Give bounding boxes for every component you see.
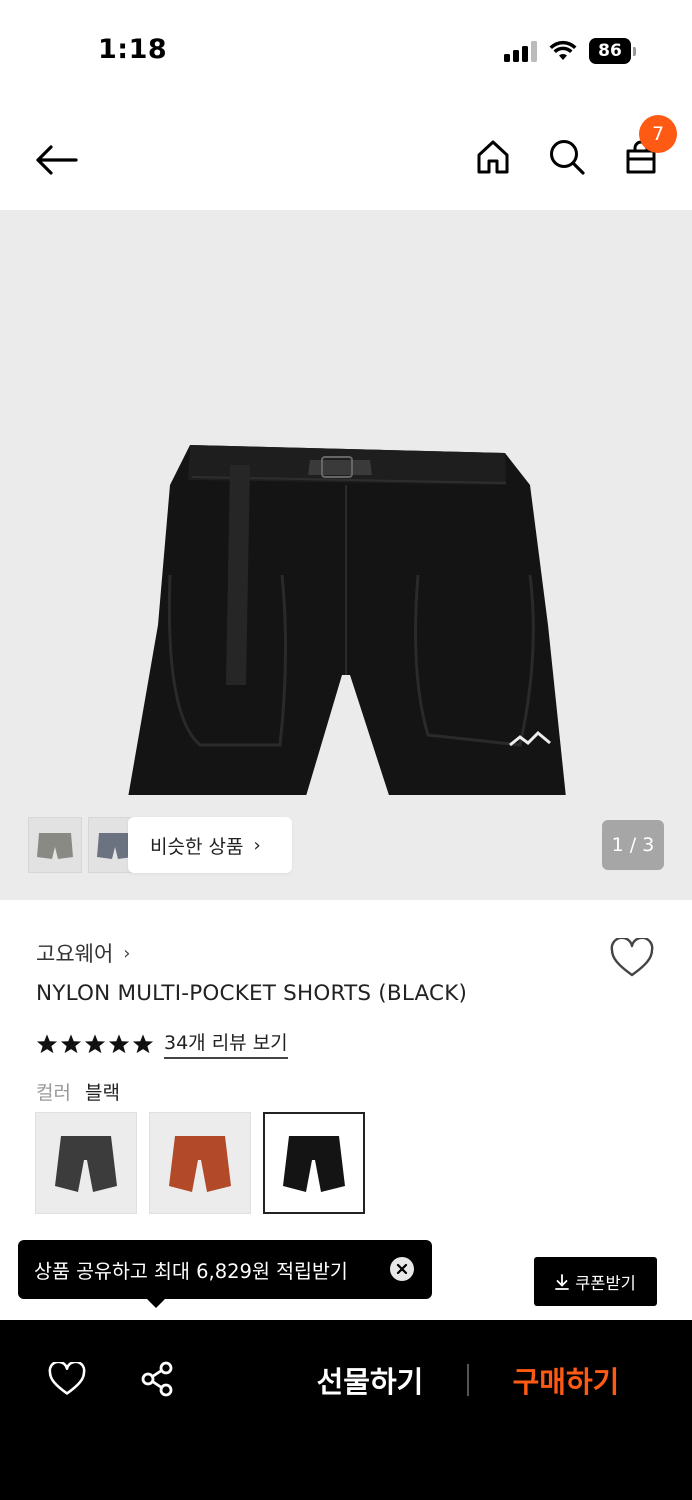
image-page-indicator: 1 / 3 — [602, 820, 664, 870]
mini-thumbnail-gray[interactable] — [28, 817, 82, 873]
bottom-wishlist-button[interactable] — [44, 1356, 90, 1402]
wifi-icon — [549, 40, 577, 60]
bottom-divider — [467, 1364, 469, 1396]
close-icon — [396, 1263, 408, 1275]
signal-icon — [504, 40, 537, 62]
home-button[interactable] — [470, 134, 516, 180]
bottom-action-bar: 선물하기 구매하기 — [0, 1320, 692, 1500]
buy-button[interactable]: 구매하기 — [496, 1354, 636, 1406]
status-icons: 86 — [504, 38, 636, 64]
star-icon — [84, 1033, 106, 1053]
chevron-right-icon: › — [123, 942, 131, 964]
similar-products-label: 비슷한 상품 — [150, 835, 244, 858]
color-swatch-charcoal[interactable] — [35, 1112, 137, 1214]
color-swatch-rust[interactable] — [149, 1112, 251, 1214]
color-value: 블랙 — [84, 1082, 120, 1104]
shorts-thumbnail-image — [55, 1136, 117, 1192]
star-icon — [132, 1033, 154, 1053]
search-icon — [550, 140, 585, 175]
product-image-gallery[interactable]: 비슷한 상품 › 1 / 3 — [0, 210, 692, 900]
status-bar: 1:18 86 — [0, 0, 692, 100]
status-time: 1:18 — [98, 34, 168, 65]
similar-products-button[interactable]: 비슷한 상품 › — [128, 817, 292, 873]
color-row: 컬러 블랙 — [36, 1078, 120, 1105]
rating-row: 34개 리뷰 보기 — [36, 1028, 288, 1059]
tooltip-close-button[interactable] — [390, 1257, 414, 1281]
coupon-download-button[interactable]: 쿠폰받기 — [534, 1257, 657, 1306]
shorts-thumbnail-image — [283, 1136, 345, 1192]
tooltip-text: 상품 공유하고 최대 6,829원 적립받기 — [34, 1260, 348, 1283]
search-button[interactable] — [544, 134, 590, 180]
product-name: NYLON MULTI-POCKET SHORTS (BLACK) — [36, 981, 468, 1006]
cart-count-badge: 7 — [639, 115, 677, 153]
tooltip-arrow — [146, 1298, 166, 1308]
arrow-left-icon — [36, 145, 78, 175]
product-image — [128, 445, 566, 795]
home-icon — [477, 140, 509, 174]
color-swatches — [35, 1112, 365, 1214]
download-icon — [555, 1273, 570, 1290]
shorts-thumbnail-image — [37, 833, 73, 859]
brand-link[interactable]: 고요웨어 › — [36, 938, 130, 968]
share-button[interactable] — [134, 1356, 180, 1402]
shorts-thumbnail-image — [169, 1136, 231, 1192]
reviews-link[interactable]: 34개 리뷰 보기 — [164, 1028, 288, 1059]
star-icon — [36, 1033, 58, 1053]
coupon-label: 쿠폰받기 — [575, 1273, 636, 1293]
gift-button[interactable]: 선물하기 — [300, 1354, 440, 1406]
battery-icon: 86 — [589, 38, 636, 64]
color-label: 컬러 — [36, 1082, 71, 1104]
heart-icon — [610, 938, 654, 977]
rating-stars — [36, 1033, 154, 1055]
back-button[interactable] — [30, 134, 82, 186]
share-icon — [141, 1361, 173, 1397]
star-icon — [60, 1033, 82, 1053]
nav-bar — [0, 110, 692, 205]
chevron-right-icon: › — [253, 834, 261, 856]
star-icon — [108, 1033, 130, 1053]
heart-icon — [48, 1362, 86, 1395]
share-reward-tooltip: 상품 공유하고 최대 6,829원 적립받기 — [18, 1240, 432, 1299]
battery-level: 86 — [589, 38, 631, 64]
brand-name: 고요웨어 — [36, 942, 114, 966]
wishlist-button[interactable] — [608, 934, 656, 982]
mini-thumbnail-strip — [28, 817, 142, 873]
color-swatch-black[interactable] — [263, 1112, 365, 1214]
